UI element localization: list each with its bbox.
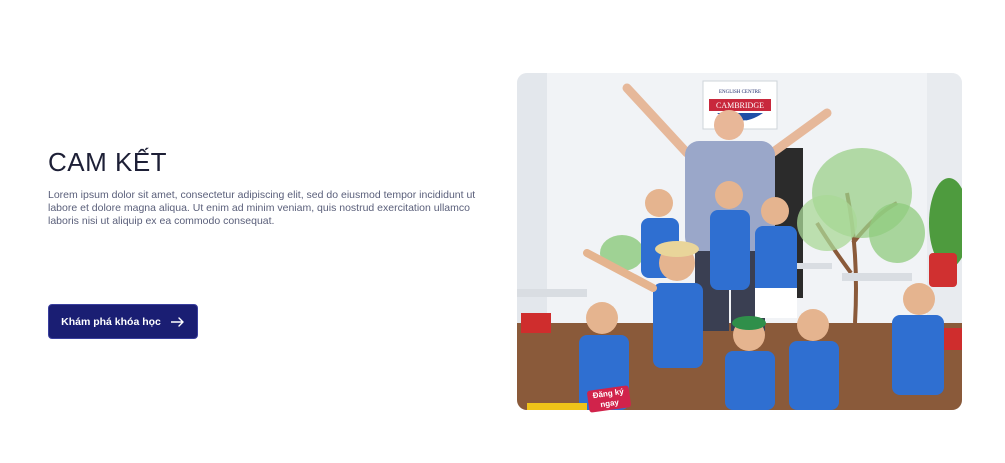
sign-main-text: CAMBRIDGE (716, 101, 764, 110)
sign-top-text: ENGLISH CENTRE (719, 90, 761, 95)
commitment-section: CAM KẾT Lorem ipsum dolor sit amet, cons… (0, 0, 1005, 463)
arrow-right-icon (170, 316, 185, 327)
text-column: CAM KẾT Lorem ipsum dolor sit amet, cons… (48, 145, 488, 228)
section-description: Lorem ipsum dolor sit amet, consectetur … (48, 189, 476, 227)
explore-courses-label: Khám phá khóa học (61, 315, 161, 328)
class-photo: ENGLISH CENTRE CAMBRIDGE VSC (517, 73, 962, 410)
section-title: CAM KẾT (48, 147, 168, 177)
explore-courses-button[interactable]: Khám phá khóa học (48, 304, 198, 339)
